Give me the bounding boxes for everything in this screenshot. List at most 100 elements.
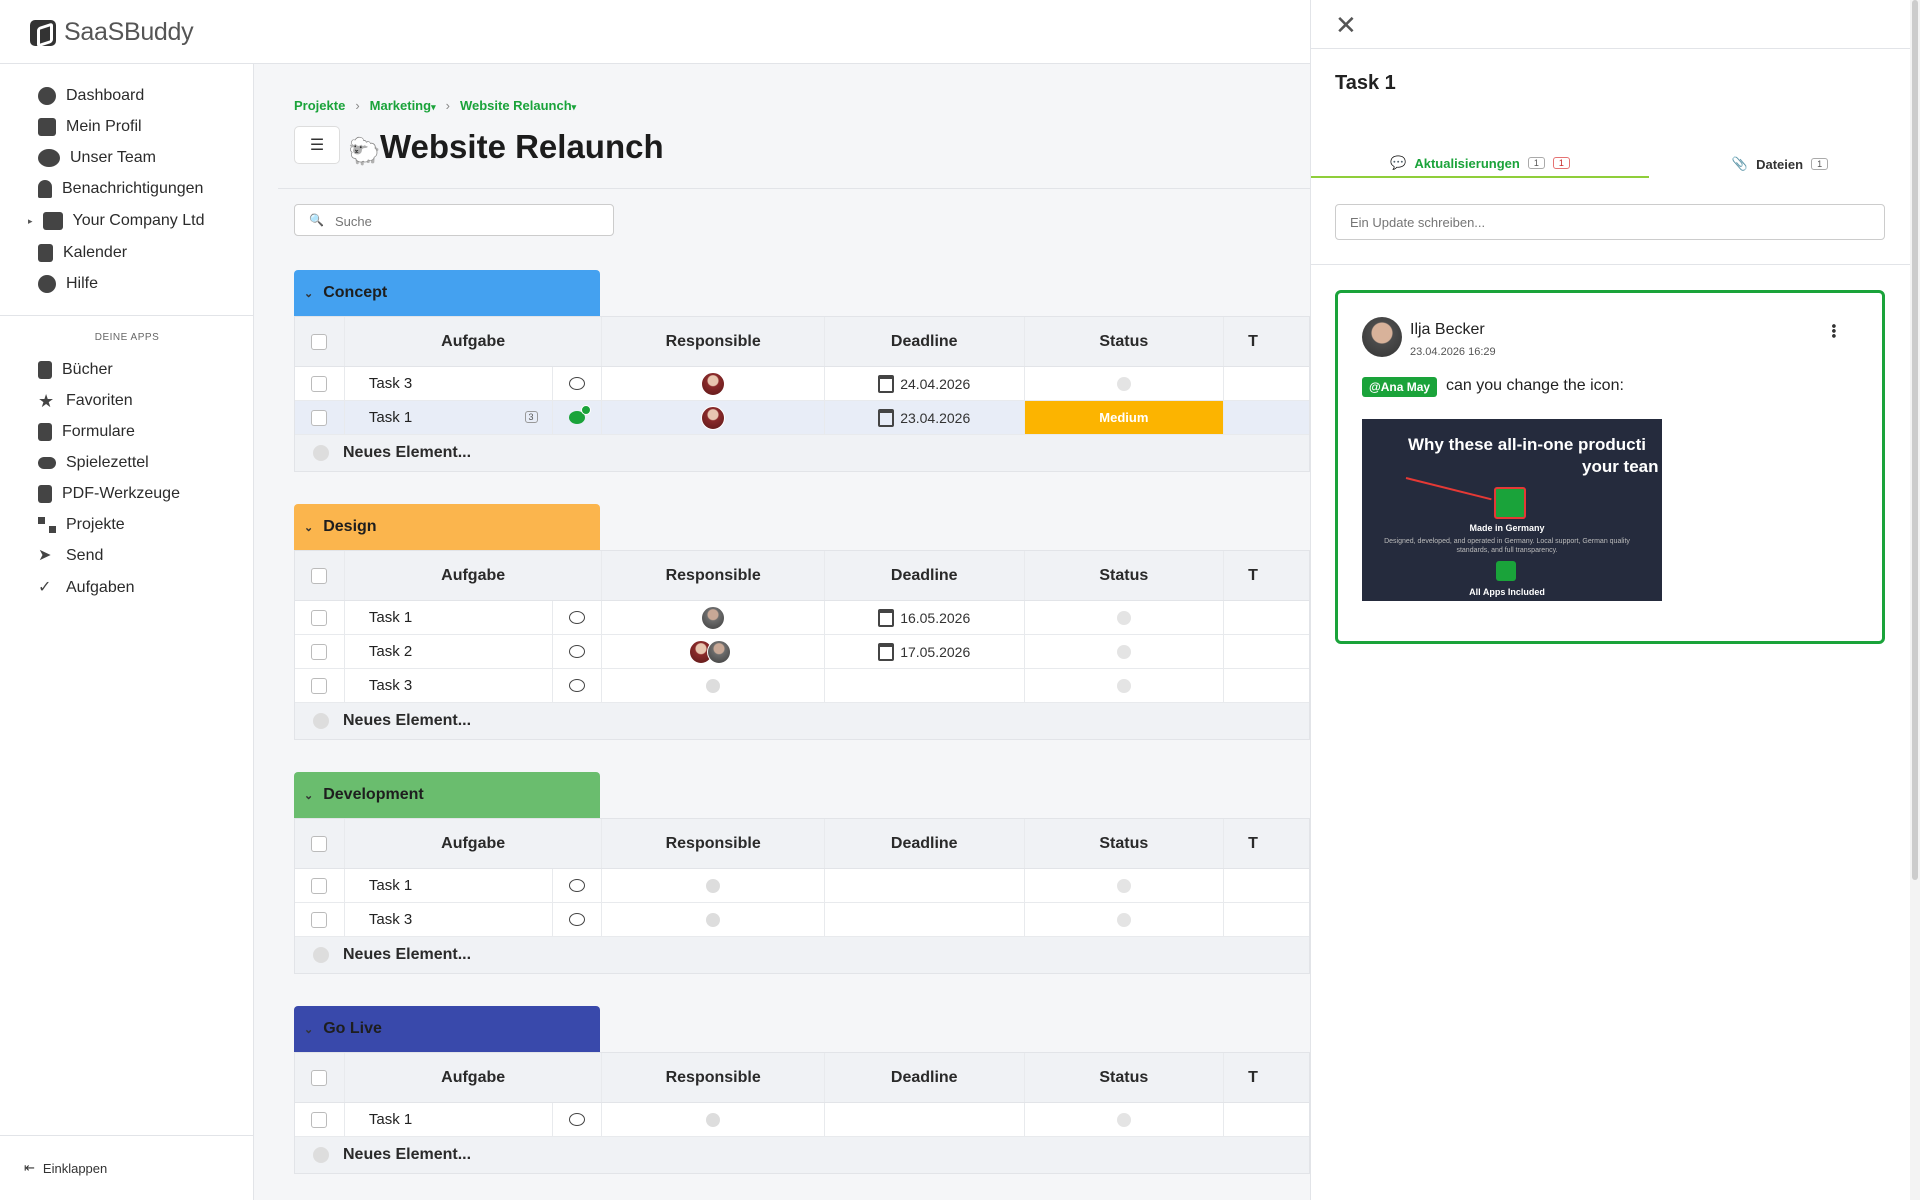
deadline-cell[interactable]: 16.05.2026 — [825, 601, 1025, 634]
post-author[interactable]: Ilja Becker — [1410, 321, 1485, 339]
sidebar-item-notifications[interactable]: Benachrichtigungen — [38, 175, 203, 203]
deadline-cell[interactable]: 24.04.2026 — [825, 367, 1025, 400]
table-row[interactable]: Task 1 16.05.2026 — [295, 601, 1309, 635]
status-cell[interactable] — [1025, 635, 1225, 668]
task-name-cell[interactable]: Task 3 — [345, 903, 553, 936]
scrollbar[interactable] — [1910, 0, 1920, 1200]
breadcrumb-website-relaunch[interactable]: Website Relaunch▾ — [460, 98, 576, 113]
status-cell[interactable] — [1025, 903, 1225, 936]
sidebar-item-tasks[interactable]: ✓ Aufgaben — [38, 574, 135, 602]
sidebar-item-profile[interactable]: Mein Profil — [38, 113, 142, 141]
new-item-row[interactable]: Neues Element... — [295, 937, 1309, 973]
column-header-status[interactable]: Status — [1025, 1053, 1225, 1102]
new-item-row[interactable]: Neues Element... — [295, 703, 1309, 739]
column-header-deadline[interactable]: Deadline — [825, 819, 1025, 868]
row-checkbox[interactable] — [311, 677, 328, 694]
group-header[interactable]: ⌄ Design — [294, 504, 600, 550]
tab-updates[interactable]: 💬 Aktualisierungen 1 1 — [1311, 150, 1649, 178]
deadline-cell[interactable]: 17.05.2026 — [825, 635, 1025, 668]
task-name-cell[interactable]: Task 1 — [345, 1103, 553, 1136]
status-cell[interactable] — [1025, 669, 1225, 702]
group-header[interactable]: ⌄ Concept — [294, 270, 600, 316]
column-header-task[interactable]: Aufgabe — [345, 819, 603, 868]
select-all-checkbox[interactable] — [311, 333, 328, 350]
responsible-cell[interactable] — [602, 601, 825, 634]
comment-icon[interactable] — [568, 913, 585, 926]
column-header-responsible[interactable]: Responsible — [602, 819, 825, 868]
status-cell[interactable] — [1025, 869, 1225, 902]
sidebar-item-projects[interactable]: Projekte — [38, 511, 125, 539]
comment-icon[interactable] — [568, 879, 585, 892]
column-header-deadline[interactable]: Deadline — [825, 551, 1025, 600]
scrollbar-thumb[interactable] — [1912, 0, 1918, 880]
select-all-checkbox[interactable] — [311, 567, 328, 584]
comment-icon[interactable] — [568, 679, 585, 692]
column-header-extra[interactable]: T — [1224, 1053, 1309, 1102]
update-input[interactable] — [1335, 204, 1885, 240]
column-header-extra[interactable]: T — [1224, 317, 1309, 366]
row-checkbox[interactable] — [311, 409, 328, 426]
row-checkbox[interactable] — [311, 643, 328, 660]
group-header[interactable]: ⌄ Development — [294, 772, 600, 818]
sidebar-item-forms[interactable]: Formulare — [38, 418, 135, 446]
sidebar-item-pdf[interactable]: PDF-Werkzeuge — [38, 480, 180, 508]
table-row[interactable]: Task 3 — [295, 669, 1309, 703]
task-name-cell[interactable]: Task 1 — [345, 601, 553, 634]
search-box[interactable]: 🔍 — [294, 204, 614, 236]
status-cell[interactable] — [1025, 1103, 1225, 1136]
deadline-cell[interactable]: 23.04.2026 — [825, 401, 1025, 434]
column-header-status[interactable]: Status — [1025, 551, 1225, 600]
sidebar-item-games[interactable]: Spielezettel — [38, 449, 149, 477]
avatar[interactable] — [1362, 317, 1402, 357]
table-row[interactable]: Task 1 — [295, 869, 1309, 903]
column-header-task[interactable]: Aufgabe — [345, 551, 603, 600]
attached-screenshot-image[interactable]: Why these all-in-one producti your tean … — [1362, 419, 1662, 601]
column-header-task[interactable]: Aufgabe — [345, 317, 603, 366]
list-menu-button[interactable]: ☰ — [294, 126, 340, 164]
row-checkbox[interactable] — [311, 375, 328, 392]
row-checkbox[interactable] — [311, 1111, 328, 1128]
column-header-status[interactable]: Status — [1025, 317, 1225, 366]
responsible-cell[interactable] — [602, 669, 825, 702]
table-row[interactable]: Task 1 — [295, 1103, 1309, 1137]
sidebar-item-team[interactable]: Unser Team — [38, 144, 156, 172]
chevron-down-icon[interactable]: ⌄ — [304, 789, 313, 802]
column-header-responsible[interactable]: Responsible — [602, 1053, 825, 1102]
select-all-checkbox[interactable] — [311, 835, 328, 852]
chevron-down-icon[interactable]: ⌄ — [304, 287, 313, 300]
row-checkbox[interactable] — [311, 911, 328, 928]
sidebar-item-favorites[interactable]: ★ Favoriten — [38, 387, 133, 415]
responsible-cell[interactable] — [602, 1103, 825, 1136]
responsible-cell[interactable] — [602, 367, 825, 400]
new-item-row[interactable]: Neues Element... — [295, 435, 1309, 471]
responsible-cell[interactable] — [602, 401, 825, 434]
responsible-cell[interactable] — [602, 869, 825, 902]
deadline-cell[interactable] — [825, 903, 1025, 936]
row-checkbox[interactable] — [311, 877, 328, 894]
deadline-cell[interactable] — [825, 1103, 1025, 1136]
chevron-down-icon[interactable]: ⌄ — [304, 1023, 313, 1036]
sidebar-item-send[interactable]: ➤ Send — [38, 542, 103, 570]
tab-files[interactable]: 📎 Dateien 1 — [1649, 150, 1911, 178]
sidebar-item-books[interactable]: Bücher — [38, 356, 113, 384]
column-header-deadline[interactable]: Deadline — [825, 1053, 1025, 1102]
column-header-task[interactable]: Aufgabe — [345, 1053, 603, 1102]
comment-icon[interactable] — [568, 1113, 585, 1126]
column-header-responsible[interactable]: Responsible — [602, 317, 825, 366]
select-all-checkbox[interactable] — [311, 1069, 328, 1086]
sidebar-item-dashboard[interactable]: Dashboard — [38, 82, 144, 110]
status-cell[interactable]: Medium — [1024, 401, 1225, 434]
deadline-cell[interactable] — [825, 669, 1025, 702]
status-cell[interactable] — [1025, 367, 1225, 400]
new-item-row[interactable]: Neues Element... — [295, 1137, 1309, 1173]
sidebar-item-help[interactable]: Hilfe — [38, 270, 98, 298]
responsible-cell[interactable] — [602, 635, 825, 668]
breadcrumb-projects[interactable]: Projekte — [294, 98, 345, 113]
task-name-cell[interactable]: Task 3 — [345, 367, 553, 400]
sheep-icon[interactable]: 🐑 — [348, 136, 380, 167]
comment-icon[interactable] — [568, 611, 585, 624]
sidebar-item-company[interactable]: ▸ Your Company Ltd — [28, 207, 204, 235]
comment-active-icon[interactable] — [568, 405, 591, 424]
table-row[interactable]: Task 3 — [295, 903, 1309, 937]
group-header[interactable]: ⌄ Go Live — [294, 1006, 600, 1052]
